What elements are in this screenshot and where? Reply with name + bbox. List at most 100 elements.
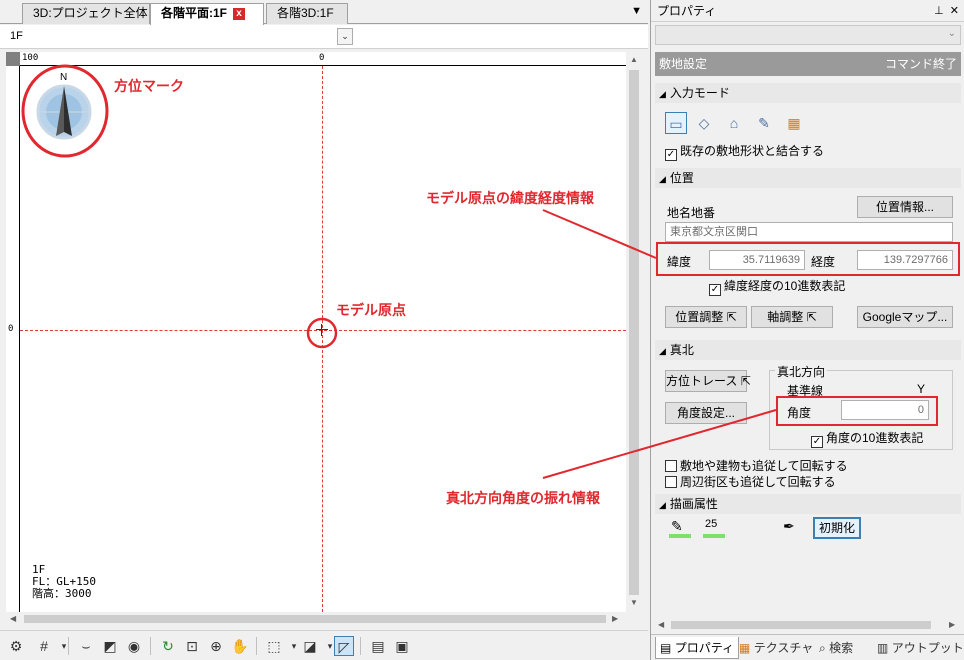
refresh-icon[interactable]: ↻ [158,636,178,656]
pen-icon[interactable]: ✎ [669,518,691,538]
origin-axis-y [322,66,323,612]
checkbox[interactable] [665,476,677,488]
azimuth-trace-button[interactable]: 方位トレース ⇱ [665,370,751,392]
scroll-right-icon[interactable]: ▶ [612,614,618,623]
scroll-left-icon[interactable]: ◀ [658,620,664,629]
checkbox[interactable]: ✓ [665,149,677,161]
plan-canvas[interactable]: 100 0 0 N 1F FL：GL+150 階高：3000 [6,52,626,612]
polygon-mode-icon[interactable]: ⌂ [723,112,745,134]
section-input-mode[interactable]: ◢ 入力モード [655,83,961,103]
rotate-streets-checkbox[interactable]: 周辺街区も追従して回転する [665,473,836,490]
tab-properties[interactable]: ▤ プロパティ [655,637,739,659]
button-label: 方位トレース [666,374,738,388]
angle-highlight-box [776,396,938,426]
section-drawing-attributes[interactable]: ◢ 描画属性 [655,494,961,514]
chevron-down-icon: ⌄ [947,28,956,39]
pan-hand-icon[interactable]: ✋ [230,636,250,656]
chevron-down-icon[interactable]: ▾ [54,636,74,656]
tab-floor-3d-1f[interactable]: 各階3D:1F [266,3,348,24]
address-field[interactable]: 東京都文京区関口 [665,222,953,242]
scroll-right-icon[interactable]: ▶ [949,620,955,629]
ruler-top: 100 0 [6,52,626,66]
tab-texture[interactable]: ▦ テクスチャ [735,637,817,659]
base-line-value: Y [917,382,926,396]
position-info-button[interactable]: 位置情報... [857,196,953,218]
panel-title-bar: プロパティ ⊥ ✕ [651,0,964,22]
panel-title: プロパティ [657,4,717,18]
annotation-compass-mark: 方位マーク [114,78,184,94]
tab-output[interactable]: ▥ アウトプット [873,637,964,659]
tab-floor-plan-1f[interactable]: 各階平面:1F x [150,3,264,25]
address-label: 地名地番 [667,206,716,220]
texture-icon: ▦ [739,641,751,655]
button-label: 軸調整 [767,310,804,324]
chevron-down-icon[interactable]: ⌄ [337,28,353,45]
show-icon[interactable]: ◉ [124,636,144,656]
grid-snap-icon[interactable]: # [34,636,54,656]
collapse-icon: ◢ [659,346,666,356]
floor-info-height: 階高：3000 [32,587,92,600]
rotate-site-checkbox[interactable]: 敷地や建物も追従して回転する [665,457,848,474]
floor-select-value[interactable]: 1F [10,30,23,42]
tab-3d-project[interactable]: 3D:プロジェクト全体 [22,3,150,24]
horizontal-scrollbar[interactable]: ◀ ▶ [6,612,626,626]
section-true-north[interactable]: ◢ 真北 [655,340,961,360]
edit-mode-icon[interactable]: ✎ [753,112,775,134]
section-icon[interactable]: ◪ [300,636,320,656]
tab-label: アウトプット [891,641,964,655]
latlon-decimal-checkbox[interactable]: ✓ 緯度経度の10進数表記 [709,277,845,296]
scroll-thumb[interactable] [24,615,606,623]
scroll-up-icon[interactable]: ▲ [630,55,638,64]
end-command-button[interactable]: コマンド終了 [885,52,957,76]
tab-menu-icon[interactable]: ▼ [631,5,642,17]
google-map-button[interactable]: Googleマップ... [857,306,953,328]
merge-shape-checkbox[interactable]: ✓ 既存の敷地形状と結合する [665,142,824,161]
fit-view-icon[interactable]: ⊡ [182,636,202,656]
rectangle-mode-icon[interactable]: ▭ [665,112,687,134]
object-type-select[interactable]: ⌄ [655,25,961,45]
output-icon: ▥ [877,641,889,655]
pin-icon[interactable]: ⊥ [934,5,944,17]
eyedropper-icon[interactable]: ✒ [783,518,795,535]
vertical-scrollbar[interactable]: ▲ ▼ [626,52,642,612]
hide-icon[interactable]: ⌣ [76,636,96,656]
layer-icon[interactable]: ▤ [368,636,388,656]
cursor-icon: ⇱ [726,310,737,324]
zoom-icon[interactable]: ⊕ [206,636,226,656]
position-adjust-button[interactable]: 位置調整 ⇱ [665,306,747,328]
snap-settings-icon[interactable]: ⚙ [6,636,26,656]
angle-decimal-checkbox[interactable]: ✓ 角度の10進数表記 [811,429,923,448]
section-position[interactable]: ◢ 位置 [655,168,961,188]
checkbox[interactable] [665,460,677,472]
cursor-icon: ⇱ [806,310,817,324]
axis-adjust-button[interactable]: 軸調整 ⇱ [751,306,833,328]
export-icon[interactable]: ▣ [392,636,412,656]
scroll-thumb[interactable] [629,70,639,595]
scroll-thumb[interactable] [671,621,931,629]
model-origin-icon[interactable] [316,324,328,336]
angle-setting-button[interactable]: 角度設定... [665,402,747,424]
diagonal-icon[interactable]: ◸ [334,636,354,656]
tab-search[interactable]: ⌕ 検索 [815,637,857,659]
group-title: 真北方向 [775,363,828,380]
section-title: 真北 [669,343,694,357]
reset-button[interactable]: 初期化 [813,517,861,539]
scroll-left-icon[interactable]: ◀ [10,614,16,623]
contrast-icon[interactable]: ◩ [100,636,120,656]
command-header: 敷地設定 コマンド終了 [655,52,961,76]
annotation-origin-latlon: モデル原点の緯度経度情報 [426,190,594,206]
button-label: 位置調整 [675,310,724,324]
compass-mark[interactable]: N [32,72,96,142]
scroll-down-icon[interactable]: ▼ [630,598,638,607]
box-view-icon[interactable]: ⬚ [264,636,284,656]
close-icon[interactable]: x [233,7,246,20]
close-icon[interactable]: ✕ [950,5,959,17]
checkbox[interactable]: ✓ [709,284,721,296]
drawing-area: 3D:プロジェクト全体 各階平面:1F x 各階3D:1F ▼ 1F ⌄ 100 … [0,0,648,660]
diamond-mode-icon[interactable]: ◇ [693,112,715,134]
compass-icon [36,84,92,140]
checkbox[interactable]: ✓ [811,436,823,448]
line-width-icon[interactable]: 25 [703,518,727,538]
panel-horizontal-scrollbar[interactable]: ◀ ▶ [655,618,961,632]
building-mode-icon[interactable]: ▦ [783,112,805,134]
